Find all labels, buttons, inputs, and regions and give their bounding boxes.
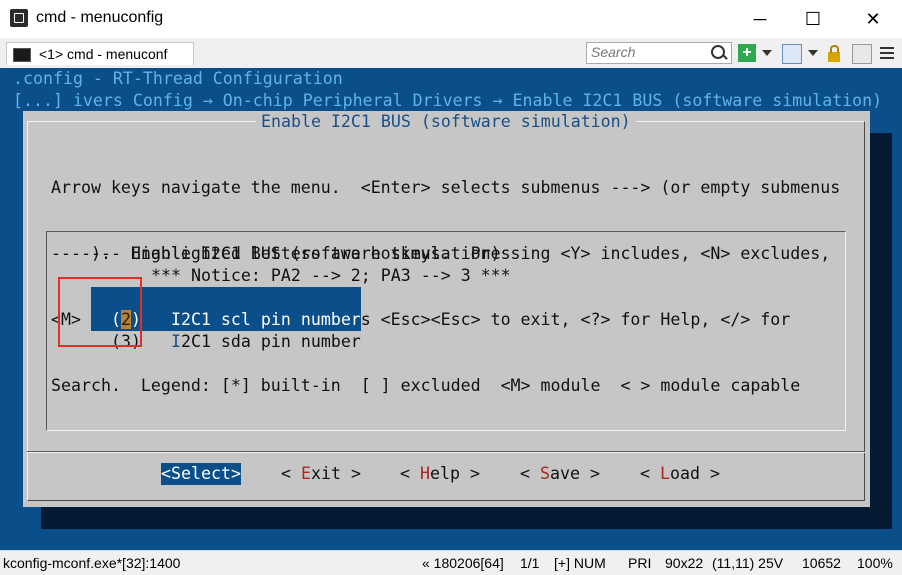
tab-toolbar-row: <1> cmd - menuconf Search + xyxy=(0,38,902,69)
status-mode: [+] NUM xyxy=(554,555,606,571)
chevron-down-icon[interactable] xyxy=(762,50,772,56)
menu-header: --- Enable I2C1 BUS (software simulation… xyxy=(91,244,501,263)
select-button[interactable]: <Select> xyxy=(161,463,241,485)
status-zoom: 100% xyxy=(857,555,893,571)
dialog-shadow xyxy=(870,133,892,529)
menu-item-label: 2C1 sda pin number xyxy=(180,332,361,351)
hotkey-letter: I xyxy=(170,332,181,351)
menu-notice: *** Notice: PA2 --> 2; PA3 --> 3 *** xyxy=(151,266,511,285)
dialog-shadow xyxy=(41,507,892,529)
maximize-button[interactable]: ☐ xyxy=(788,0,838,38)
maximize-icon: ☐ xyxy=(804,8,822,29)
tab-label: <1> cmd - menuconf xyxy=(39,46,168,62)
status-cursor: (11,11) 25V xyxy=(712,555,784,571)
search-input[interactable]: Search xyxy=(586,42,732,64)
close-icon: ✕ xyxy=(865,8,881,29)
view-icon[interactable] xyxy=(782,44,802,64)
status-pages: 1/1 xyxy=(520,555,540,571)
status-position: « 180206[64] xyxy=(422,555,504,571)
status-process: kconfig-mconf.exe*[32]:1400 xyxy=(3,555,181,571)
chevron-down-icon[interactable] xyxy=(808,50,818,56)
console-icon xyxy=(13,48,31,62)
settings-icon[interactable] xyxy=(852,44,872,64)
load-button[interactable]: < Load > xyxy=(640,463,720,485)
lock-icon[interactable] xyxy=(828,45,840,62)
add-icon[interactable]: + xyxy=(738,44,756,62)
help-line: Arrow keys navigate the menu. <Enter> se… xyxy=(51,178,841,197)
help-button[interactable]: < Help > xyxy=(400,463,480,485)
minimize-button[interactable]: ─ xyxy=(735,0,785,38)
dialog-title: Enable I2C1 BUS (software simulation) xyxy=(256,111,636,133)
status-pid: 10652 xyxy=(802,555,841,571)
minimize-icon: ─ xyxy=(753,8,767,29)
breadcrumb: [...] ivers Config → On-chip Peripheral … xyxy=(13,91,883,110)
exit-button[interactable]: < Exit > xyxy=(281,463,361,485)
annotation-highlight-box xyxy=(58,277,142,347)
app-icon xyxy=(10,9,28,27)
search-placeholder: Search xyxy=(591,44,636,60)
button-separator xyxy=(27,451,865,453)
console-tab[interactable]: <1> cmd - menuconf xyxy=(6,42,194,65)
status-size: 90x22 xyxy=(665,555,704,571)
window-title: cmd - menuconfig xyxy=(36,9,164,26)
title-bar: cmd - menuconfig ─ ☐ ✕ xyxy=(0,0,902,38)
save-button[interactable]: < Save > xyxy=(520,463,600,485)
config-line: .config - RT-Thread Configuration xyxy=(13,69,343,88)
menu-icon[interactable] xyxy=(880,44,894,62)
close-button[interactable]: ✕ xyxy=(848,0,898,38)
status-pri: PRI xyxy=(628,555,652,571)
search-icon[interactable] xyxy=(711,45,725,59)
status-bar: kconfig-mconf.exe*[32]:1400 « 180206[64]… xyxy=(0,550,902,575)
